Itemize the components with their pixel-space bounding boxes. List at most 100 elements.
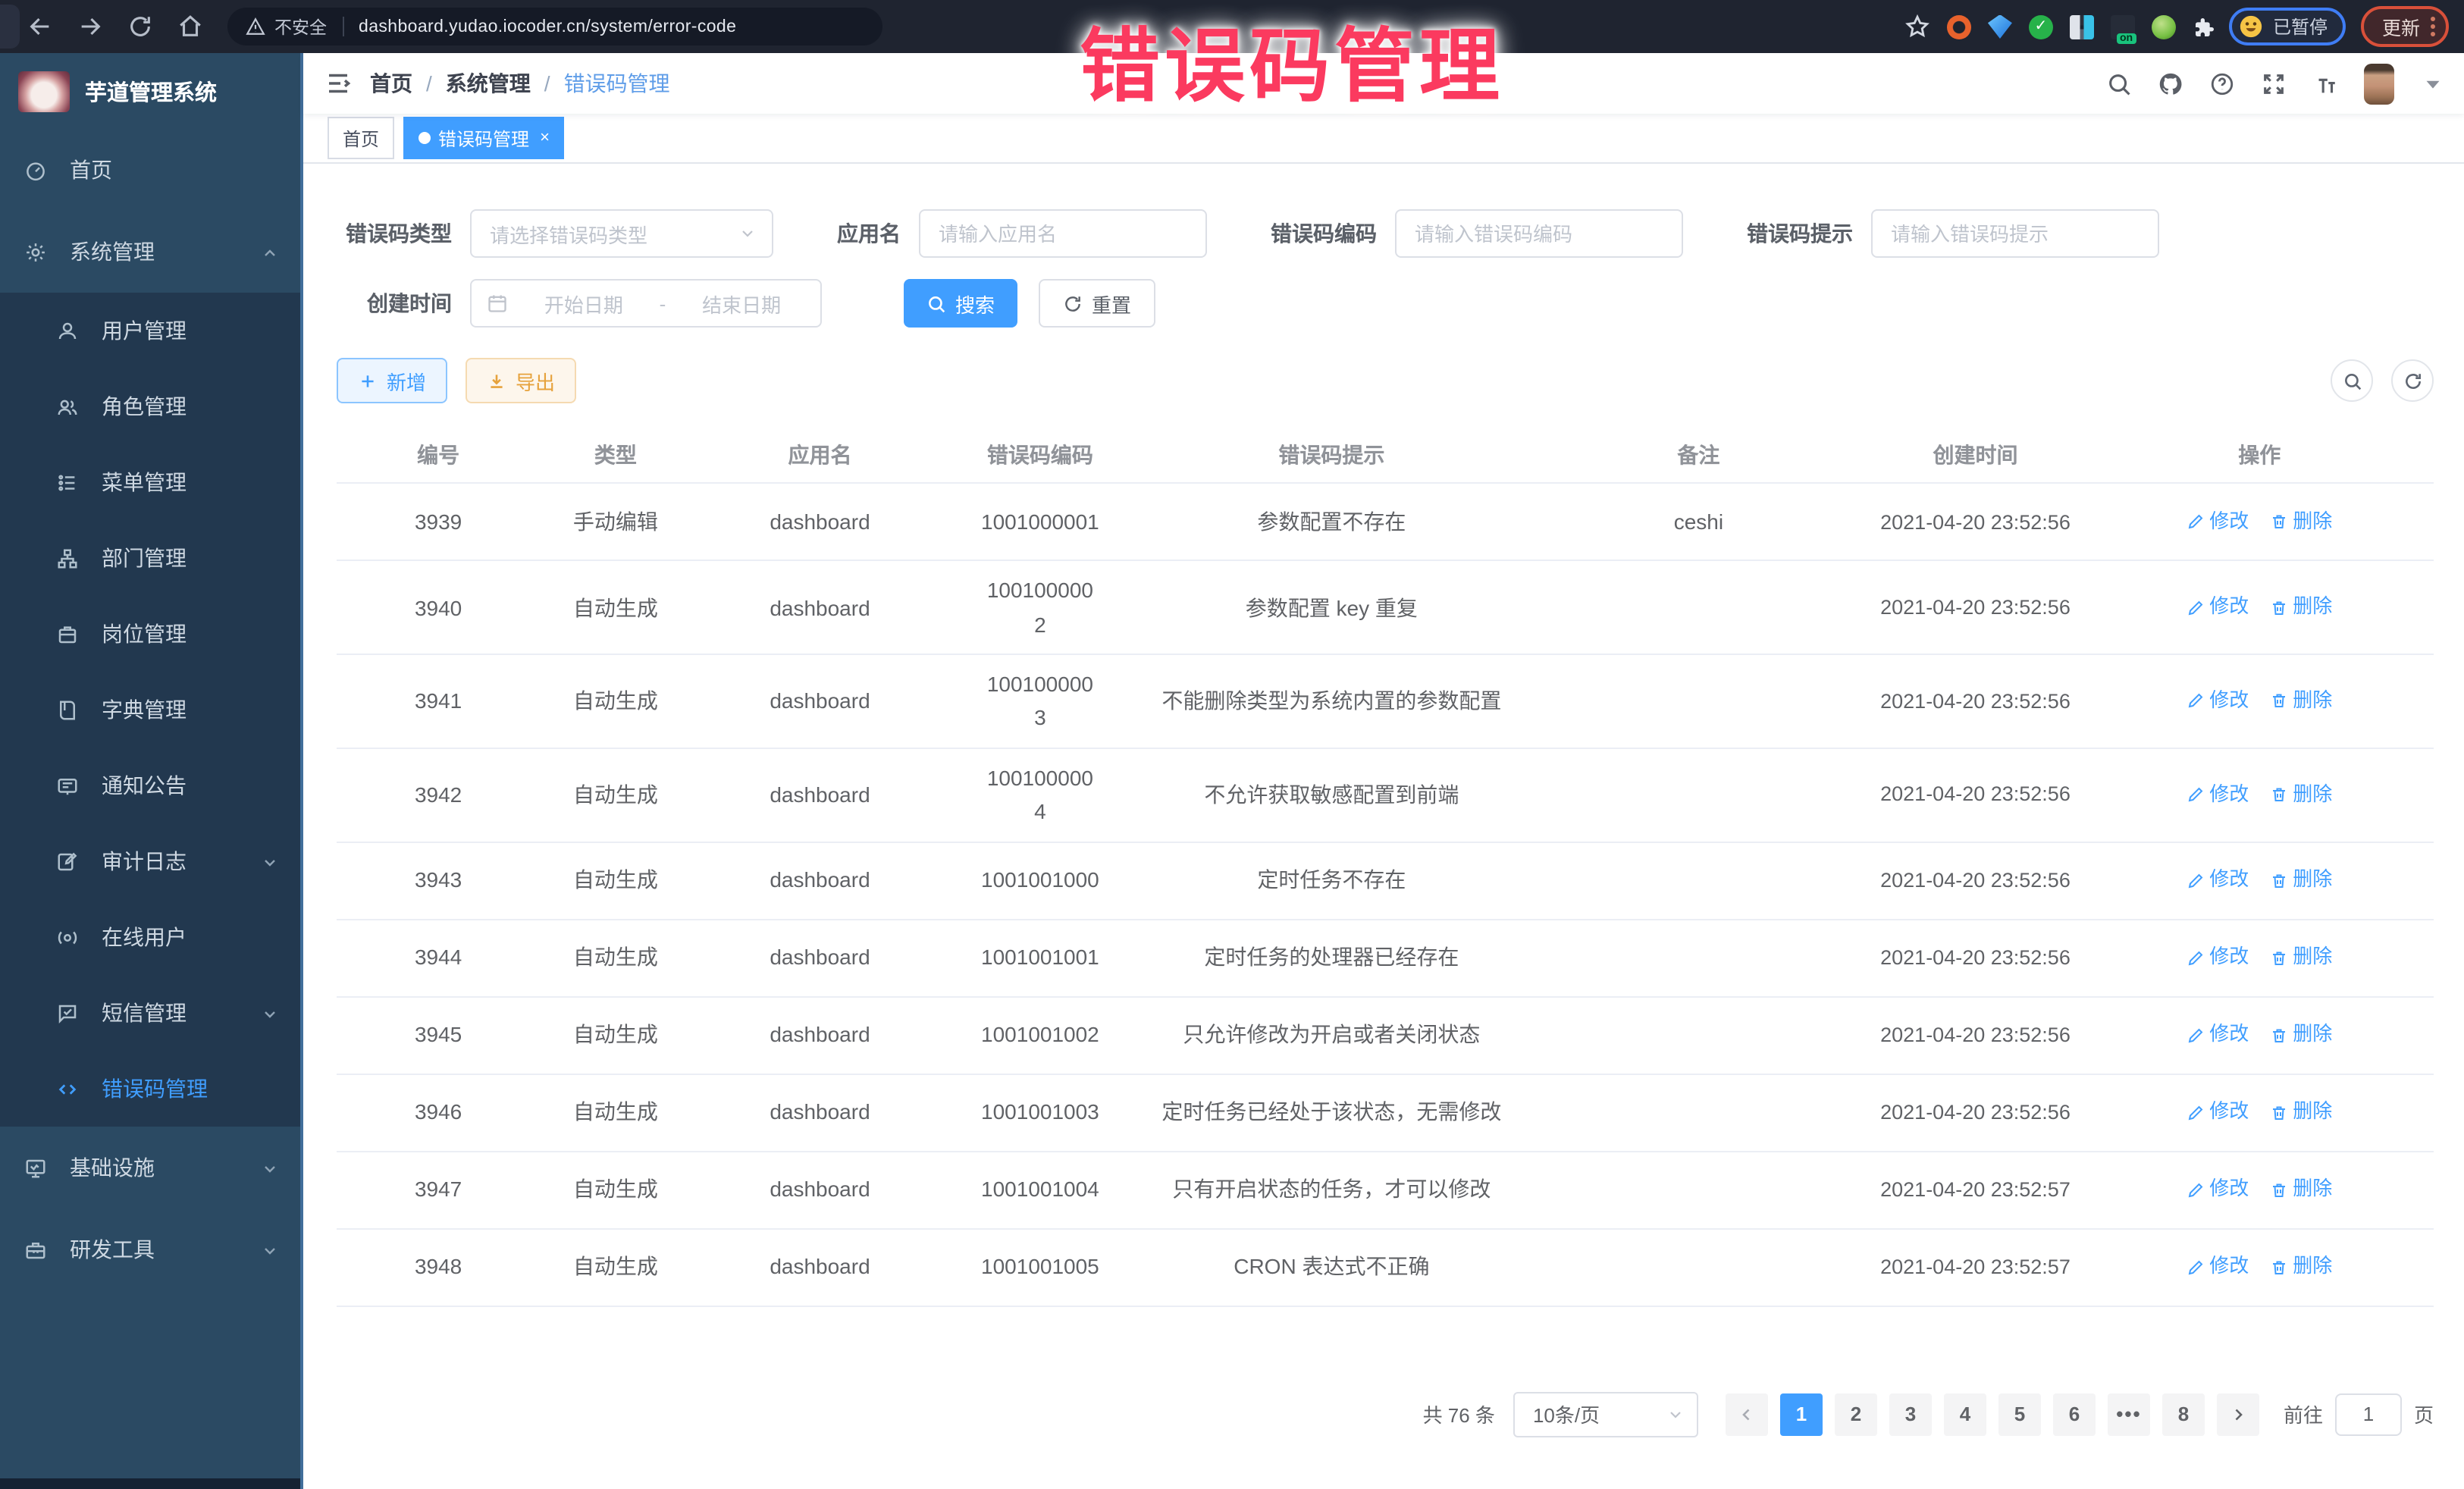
browser-menu-icon[interactable] <box>2431 17 2435 36</box>
app-logo[interactable]: 芋道管理系统 <box>0 53 300 129</box>
extension-gem-icon[interactable] <box>1988 14 2012 39</box>
tag-close-icon[interactable]: × <box>540 129 550 147</box>
delete-link[interactable]: 删除 <box>2270 781 2332 810</box>
delete-link[interactable]: 删除 <box>2270 1098 2332 1127</box>
breadcrumb-item[interactable]: 系统管理 <box>446 68 531 99</box>
edit-link[interactable]: 修改 <box>2187 1098 2249 1127</box>
reset-button[interactable]: 重置 <box>1039 279 1155 328</box>
breadcrumb-item[interactable]: 首页 <box>370 68 412 99</box>
delete-icon <box>2270 948 2288 967</box>
sidebar-item[interactable]: 首页 <box>0 129 300 211</box>
add-button[interactable]: 新增 <box>337 358 447 403</box>
edit-icon <box>2187 692 2205 710</box>
sidebar-item[interactable]: 岗位管理 <box>0 596 300 672</box>
refresh-table-button[interactable] <box>2391 359 2434 402</box>
search-button[interactable]: 搜索 <box>904 279 1017 328</box>
edit-link[interactable]: 修改 <box>2187 687 2249 716</box>
avatar-caret-down-icon[interactable] <box>2420 71 2446 96</box>
sidebar-item[interactable]: 通知公告 <box>0 748 300 823</box>
sidebar-item[interactable]: 错误码管理 <box>0 1051 300 1127</box>
extension-check-icon[interactable]: ✓ <box>2029 14 2053 39</box>
browser-home-icon[interactable] <box>177 14 203 39</box>
delete-link[interactable]: 删除 <box>2270 866 2332 895</box>
show-search-button[interactable] <box>2331 359 2373 402</box>
table-cell: 修改删除 <box>2086 581 2434 635</box>
extension-paused-badge[interactable]: 已暂停 <box>2229 8 2346 45</box>
filter-item: 错误码类型请选择错误码类型 <box>337 209 773 258</box>
page-button[interactable]: 4 <box>1944 1393 1986 1435</box>
edit-link[interactable]: 修改 <box>2187 1252 2249 1281</box>
browser-forward-icon[interactable] <box>77 14 103 39</box>
sidebar-item[interactable]: 字典管理 <box>0 672 300 748</box>
table-cell: 修改删除 <box>2086 854 2434 907</box>
font-size-icon[interactable] <box>2312 71 2338 96</box>
sidebar-item[interactable]: 用户管理 <box>0 293 300 368</box>
fullscreen-icon[interactable] <box>2261 71 2287 96</box>
sidebar-item[interactable]: 角色管理 <box>0 368 300 444</box>
table-cell: 2021-04-20 23:52:56 <box>1865 581 2085 635</box>
export-button[interactable]: 导出 <box>466 358 576 403</box>
prev-page-button[interactable] <box>1726 1393 1768 1435</box>
delete-link[interactable]: 删除 <box>2270 508 2332 537</box>
edit-link[interactable]: 修改 <box>2187 1020 2249 1049</box>
search-icon[interactable] <box>2106 71 2132 96</box>
delete-link[interactable]: 删除 <box>2270 943 2332 972</box>
page-size-select[interactable]: 10条/页 <box>1513 1391 1698 1437</box>
sidebar-item[interactable]: 部门管理 <box>0 520 300 596</box>
browser-reload-icon[interactable] <box>127 14 153 39</box>
filter-item: 应用名 <box>837 209 1207 258</box>
delete-link[interactable]: 删除 <box>2270 594 2332 622</box>
pagination-more-button[interactable]: ••• <box>2108 1393 2150 1435</box>
extension-orange-icon[interactable] <box>1947 14 1971 39</box>
page-button[interactable]: 5 <box>1998 1393 2041 1435</box>
extension-key-icon[interactable] <box>2152 14 2176 39</box>
delete-link[interactable]: 删除 <box>2270 687 2332 716</box>
help-question-icon[interactable] <box>2209 71 2235 96</box>
tag-active[interactable]: 错误码管理× <box>403 117 565 159</box>
page-button[interactable]: 1 <box>1780 1393 1823 1435</box>
edit-link[interactable]: 修改 <box>2187 508 2249 537</box>
page-button[interactable]: 8 <box>2162 1393 2205 1435</box>
filter-input[interactable] <box>920 211 1205 256</box>
page-button[interactable]: 2 <box>1835 1393 1877 1435</box>
sidebar-item[interactable]: 系统管理 <box>0 211 300 293</box>
filter-input[interactable] <box>1397 211 1682 256</box>
bookmark-star-icon[interactable] <box>1904 14 1930 39</box>
address-bar[interactable]: 不安全 dashboard.yudao.iocoder.cn/system/er… <box>227 8 882 45</box>
error-type-select[interactable]: 请选择错误码类型 <box>470 209 773 258</box>
table-cell: 修改删除 <box>2086 1008 2434 1061</box>
edit-link[interactable]: 修改 <box>2187 943 2249 972</box>
edit-link[interactable]: 修改 <box>2187 1175 2249 1204</box>
sidebar-item[interactable]: 审计日志 <box>0 823 300 899</box>
goto-page-input[interactable] <box>2335 1393 2402 1435</box>
user-avatar[interactable] <box>2364 63 2394 104</box>
page-button[interactable]: 6 <box>2053 1393 2096 1435</box>
edit-link[interactable]: 修改 <box>2187 781 2249 810</box>
github-icon[interactable] <box>2158 71 2183 96</box>
hamburger-icon[interactable] <box>324 70 352 97</box>
delete-link[interactable]: 删除 <box>2270 1252 2332 1281</box>
sidebar-item[interactable]: 菜单管理 <box>0 444 300 520</box>
browser-back-icon[interactable] <box>27 14 53 39</box>
extension-grid-icon[interactable] <box>2070 14 2094 39</box>
user-icon <box>56 319 79 342</box>
browser-update-button[interactable]: 更新 <box>2361 6 2449 47</box>
sidebar-item[interactable]: 在线用户 <box>0 899 300 975</box>
sidebar-item[interactable]: 研发工具 <box>0 1208 300 1290</box>
sidebar-item[interactable]: 短信管理 <box>0 975 300 1051</box>
filter-input[interactable] <box>1873 211 2158 256</box>
extension-switch-icon[interactable] <box>2111 14 2135 39</box>
sidebar-item[interactable]: 基础设施 <box>0 1127 300 1208</box>
search-icon <box>926 293 946 313</box>
delete-link[interactable]: 删除 <box>2270 1020 2332 1049</box>
date-range-picker[interactable]: 开始日期 - 结束日期 <box>470 279 822 328</box>
edit-link[interactable]: 修改 <box>2187 866 2249 895</box>
table-cell <box>1532 1100 1866 1124</box>
page-button[interactable]: 3 <box>1889 1393 1932 1435</box>
delete-link[interactable]: 删除 <box>2270 1175 2332 1204</box>
edit-link[interactable]: 修改 <box>2187 594 2249 622</box>
tag-item[interactable]: 首页 <box>328 117 394 159</box>
extensions-puzzle-icon[interactable] <box>2193 14 2217 39</box>
table-cell <box>1532 1023 1866 1047</box>
next-page-button[interactable] <box>2217 1393 2259 1435</box>
